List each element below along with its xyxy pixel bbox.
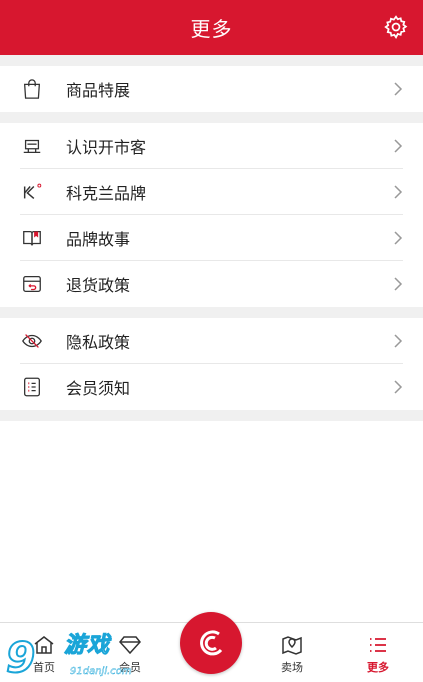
section-policies: 隐私政策 会员须知 bbox=[0, 318, 423, 410]
tab-label: 卖场 bbox=[281, 661, 303, 674]
section-products: 商品特展 bbox=[0, 66, 423, 112]
book-icon bbox=[23, 230, 41, 246]
tab-label: 首页 bbox=[33, 661, 55, 674]
section-gap bbox=[0, 55, 423, 66]
menu-item-about-costco[interactable]: 认识开市客 bbox=[0, 123, 423, 169]
menu-item-product-showcase[interactable]: 商品特展 bbox=[0, 66, 423, 112]
menu-item-label: 隐私政策 bbox=[66, 333, 131, 352]
tab-warehouse[interactable]: 卖场 bbox=[262, 633, 322, 675]
section-gap bbox=[0, 307, 423, 318]
return-box-icon bbox=[23, 276, 41, 292]
section-gap bbox=[0, 112, 423, 123]
menu-item-label: 科克兰品牌 bbox=[66, 184, 147, 203]
chevron-right-icon bbox=[394, 231, 403, 245]
gear-icon[interactable] bbox=[383, 14, 409, 40]
menu-list-icon bbox=[370, 638, 386, 652]
kirkland-logo-icon bbox=[23, 183, 42, 199]
menu-item-return-policy[interactable]: 退货政策 bbox=[0, 261, 423, 307]
tab-member[interactable]: 会员 bbox=[100, 633, 160, 675]
chevron-right-icon bbox=[394, 82, 403, 96]
menu-item-kirkland-brand[interactable]: 科克兰品牌 bbox=[0, 169, 423, 215]
tab-home[interactable]: 首页 bbox=[14, 633, 74, 675]
diamond-icon bbox=[119, 636, 141, 655]
chevron-right-icon bbox=[394, 139, 403, 153]
menu-item-label: 退货政策 bbox=[66, 276, 131, 295]
tab-label: 会员 bbox=[119, 661, 141, 674]
page-title: 更多 bbox=[190, 17, 233, 41]
center-logo-button[interactable] bbox=[180, 612, 242, 674]
section-gap bbox=[0, 410, 423, 421]
menu-item-label: 商品特展 bbox=[66, 81, 131, 100]
home-icon bbox=[34, 636, 54, 654]
chevron-right-icon bbox=[394, 380, 403, 394]
chevron-right-icon bbox=[394, 185, 403, 199]
menu-item-privacy-policy[interactable]: 隐私政策 bbox=[0, 318, 423, 364]
checklist-icon bbox=[24, 377, 40, 397]
tab-more[interactable]: 更多 bbox=[348, 633, 408, 675]
section-about: 认识开市客 科克兰品牌 品牌故事 退货政策 bbox=[0, 123, 423, 307]
menu-item-brand-story[interactable]: 品牌故事 bbox=[0, 215, 423, 261]
eye-off-icon bbox=[22, 334, 42, 348]
chevron-right-icon bbox=[394, 334, 403, 348]
costco-logo-icon bbox=[200, 630, 223, 656]
store-icon bbox=[23, 139, 41, 154]
menu-item-member-notice[interactable]: 会员须知 bbox=[0, 364, 423, 410]
shopping-bag-icon bbox=[23, 79, 41, 99]
tab-label: 更多 bbox=[367, 661, 389, 674]
chevron-right-icon bbox=[394, 277, 403, 291]
map-pin-icon bbox=[282, 636, 302, 655]
menu-item-label: 认识开市客 bbox=[66, 138, 147, 157]
header-bar: 更多 bbox=[0, 0, 423, 55]
menu-item-label: 品牌故事 bbox=[66, 230, 131, 249]
menu-item-label: 会员须知 bbox=[66, 379, 131, 398]
